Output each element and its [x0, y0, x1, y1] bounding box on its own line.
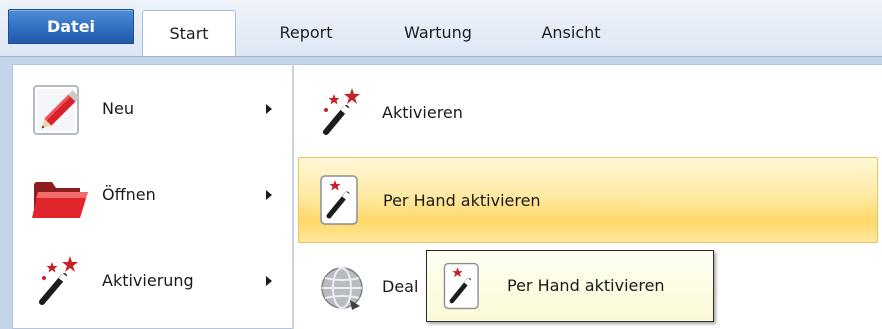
menu-item-neu-label: Neu	[102, 99, 134, 118]
submenu-arrow-icon	[266, 104, 272, 114]
tooltip-label: Per Hand aktivieren	[507, 276, 665, 295]
tab-wartung[interactable]: Wartung	[376, 10, 500, 56]
magic-wand-icon	[28, 250, 90, 312]
menu-item-oeffnen-label: Öffnen	[102, 185, 156, 204]
submenu-item-per-hand-aktivieren[interactable]: Per Hand aktivieren	[298, 157, 878, 243]
submenu-arrow-icon	[266, 190, 272, 200]
submenu-item-deal-label: Deal	[382, 277, 419, 296]
magic-wand-stars-icon	[312, 82, 372, 142]
open-folder-icon	[28, 164, 90, 226]
submenu-arrow-icon	[266, 276, 272, 286]
menu-item-aktivierung[interactable]: Aktivierung	[20, 240, 292, 322]
menu-item-neu[interactable]: Neu	[20, 68, 292, 150]
tooltip: Per Hand aktivieren	[426, 250, 714, 322]
new-document-pencil-icon	[28, 78, 90, 140]
tab-start[interactable]: Start	[142, 10, 236, 57]
tab-ansicht[interactable]: Ansicht	[516, 10, 626, 56]
magic-wand-card-icon	[313, 170, 373, 230]
menu-item-oeffnen[interactable]: Öffnen	[20, 154, 292, 236]
ribbon-tab-bar: Datei Start Report Wartung Ansicht	[0, 0, 882, 57]
menu-item-aktivierung-label: Aktivierung	[102, 271, 194, 290]
submenu-item-aktivieren-label: Aktivieren	[382, 103, 463, 122]
globe-icon	[312, 256, 372, 316]
magic-wand-card-icon	[437, 258, 493, 314]
tab-report[interactable]: Report	[256, 10, 356, 56]
submenu-item-aktivieren[interactable]: Aktivieren	[298, 70, 878, 156]
tab-datei[interactable]: Datei	[8, 9, 134, 44]
submenu-item-per-hand-label: Per Hand aktivieren	[383, 191, 541, 210]
